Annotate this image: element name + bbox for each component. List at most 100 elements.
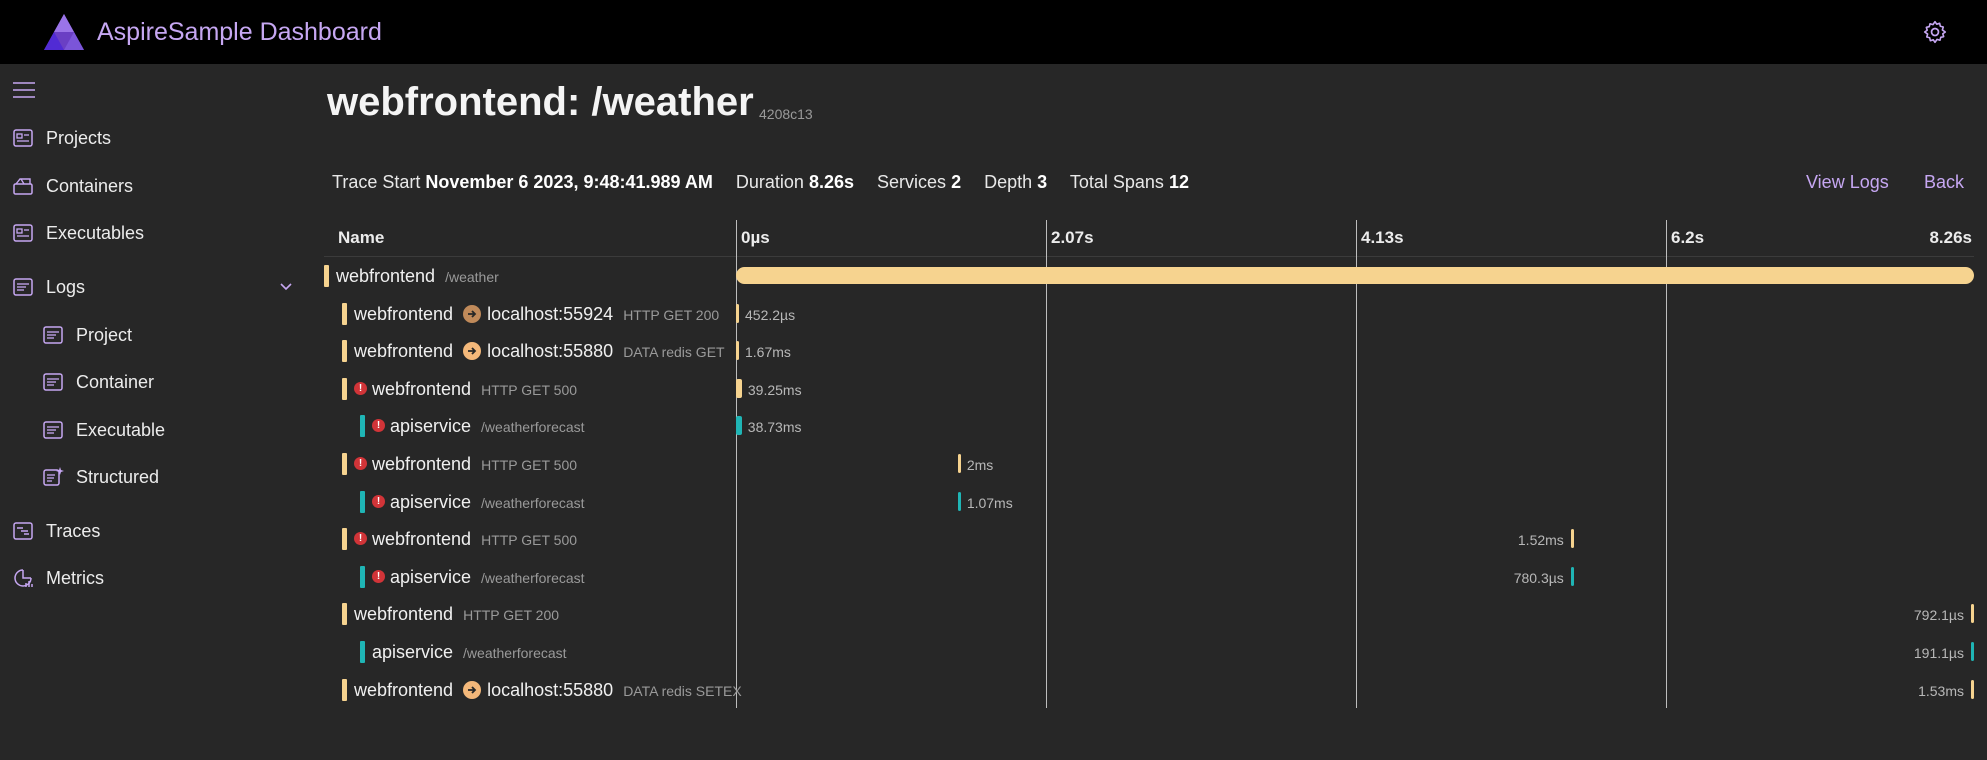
trace-id: 4208c13 bbox=[759, 106, 813, 122]
sidebar-item-logs-project[interactable]: Project bbox=[42, 315, 132, 355]
span-color-indicator bbox=[342, 340, 347, 363]
span-peer-name: localhost:55880 bbox=[487, 679, 614, 700]
span-duration-bar[interactable] bbox=[736, 303, 739, 323]
span-row[interactable]: webfrontend/weather bbox=[324, 257, 1974, 294]
span-operation: /weather bbox=[445, 269, 499, 285]
span-duration-bar[interactable] bbox=[1570, 566, 1574, 586]
span-operation: HTTP GET 200 bbox=[463, 607, 560, 624]
app-title[interactable]: AspireSample Dashboard bbox=[97, 18, 382, 47]
span-duration-bar[interactable] bbox=[957, 454, 961, 473]
sidebar-item-label: Projects bbox=[46, 127, 112, 148]
sidebar-item-label: Containers bbox=[46, 175, 134, 196]
span-duration-bar[interactable] bbox=[1971, 642, 1974, 661]
chevron-down-icon[interactable] bbox=[278, 281, 294, 293]
duration-label: Duration bbox=[735, 172, 804, 192]
sidebar-item-containers[interactable]: Containers bbox=[12, 166, 133, 206]
span-operation: /weatherforecast bbox=[463, 645, 567, 661]
sidebar-item-executables[interactable]: Executables bbox=[12, 213, 144, 253]
span-duration-bar[interactable] bbox=[736, 378, 742, 398]
span-service-name: webfrontend bbox=[336, 266, 436, 286]
span-duration-label: 452.2µs bbox=[745, 306, 796, 323]
span-duration-label: 1.52ms bbox=[1517, 532, 1564, 549]
error-icon: ! bbox=[354, 381, 367, 395]
span-operation: HTTP GET 500 bbox=[481, 457, 578, 473]
span-row[interactable]: ! apiservice/weatherforecast 780.3µs bbox=[324, 558, 1974, 595]
sidebar-item-label: Project bbox=[76, 324, 133, 345]
sidebar-item-logs-container[interactable]: Container bbox=[42, 362, 154, 402]
span-row[interactable]: webfrontend HTTP GET 200 792.1µs bbox=[324, 595, 1974, 632]
containers-icon bbox=[13, 178, 33, 195]
span-duration-label: 39.25ms bbox=[747, 381, 802, 398]
sidebar-item-logs[interactable]: Logs bbox=[12, 267, 85, 307]
trace-total-spans: Total Spans 12 bbox=[1070, 172, 1189, 192]
total-spans-value: 12 bbox=[1168, 172, 1189, 192]
sidebar-item-traces[interactable]: Traces bbox=[12, 511, 100, 551]
timeline-tick-label: 6.2s bbox=[1671, 228, 1705, 247]
timeline-tick-label: 8.26s bbox=[1929, 228, 1972, 247]
span-operation: /weatherforecast bbox=[481, 419, 585, 436]
span-operation: /weatherforecast bbox=[481, 569, 585, 586]
menu-toggle-icon[interactable] bbox=[12, 80, 36, 100]
span-duration-bar[interactable] bbox=[736, 416, 742, 436]
span-color-indicator bbox=[342, 377, 347, 400]
traces-icon bbox=[13, 522, 33, 540]
error-icon: ! bbox=[372, 569, 385, 583]
span-color-indicator bbox=[342, 678, 347, 701]
sidebar-item-projects[interactable]: Projects bbox=[12, 118, 111, 158]
trace-duration: Duration 8.26s bbox=[736, 172, 854, 192]
span-color-indicator bbox=[324, 265, 329, 287]
trace-start: Trace Start November 6 2023, 9:48:41.989… bbox=[332, 172, 713, 192]
trace-start-label: Trace Start bbox=[332, 172, 421, 192]
span-operation: HTTP GET 200 bbox=[623, 306, 720, 323]
arrow-right-circle-icon bbox=[463, 680, 482, 699]
span-color-indicator bbox=[342, 528, 347, 551]
span-duration-bar[interactable] bbox=[1570, 529, 1574, 549]
span-row[interactable]: ! apiservice/weatherforecast 1.07ms bbox=[324, 483, 1974, 520]
error-icon: ! bbox=[354, 532, 367, 546]
sidebar-item-label: Metrics bbox=[46, 567, 104, 588]
span-service-name: webfrontend bbox=[372, 378, 472, 399]
span-row[interactable]: webfrontend localhost:55924 HTTP GET 200 45… bbox=[324, 295, 1974, 332]
structured-log-icon bbox=[43, 467, 64, 486]
span-service-name: apiservice bbox=[390, 566, 472, 587]
span-duration-bar[interactable] bbox=[1971, 604, 1974, 624]
arrow-right-circle-icon bbox=[463, 342, 482, 361]
span-service-name: webfrontend bbox=[354, 679, 454, 700]
settings-gear-icon[interactable] bbox=[1922, 19, 1948, 45]
span-service-name: apiservice bbox=[390, 416, 472, 437]
span-row[interactable]: ! apiservice/weatherforecast 38.73ms bbox=[324, 407, 1974, 444]
sidebar-item-label: Executable bbox=[76, 419, 166, 440]
span-row[interactable]: webfrontend localhost:55880 DATA redis SET… bbox=[324, 671, 1974, 708]
span-duration-label: 780.3µs bbox=[1513, 569, 1564, 586]
span-row[interactable]: ! webfrontend HTTP GET 500 39.25ms bbox=[324, 370, 1974, 407]
trace-start-value: November 6 2023, 9:48:41.989 AM bbox=[425, 172, 713, 192]
services-label: Services bbox=[877, 172, 947, 192]
depth-value: 3 bbox=[1037, 172, 1048, 192]
span-duration-bar[interactable] bbox=[736, 267, 1974, 284]
sidebar-item-logs-structured[interactable]: Structured bbox=[42, 457, 159, 497]
view-logs-link[interactable]: View Logs bbox=[1806, 172, 1889, 193]
projects-icon bbox=[13, 129, 33, 147]
span-duration-label: 1.07ms bbox=[966, 494, 1013, 511]
span-row[interactable]: ! webfrontend HTTP GET 500 2ms bbox=[324, 445, 1974, 482]
log-file-icon bbox=[43, 326, 63, 344]
span-row[interactable]: webfrontend localhost:55880 DATA redis GET… bbox=[324, 332, 1974, 369]
span-operation: HTTP GET 500 bbox=[481, 381, 578, 398]
sidebar-item-metrics[interactable]: Metrics bbox=[12, 558, 104, 598]
span-service-name: webfrontend bbox=[372, 529, 472, 550]
back-link[interactable]: Back bbox=[1924, 172, 1964, 193]
span-duration-bar[interactable] bbox=[736, 341, 739, 361]
span-duration-label: 1.67ms bbox=[745, 344, 791, 361]
span-color-indicator bbox=[342, 302, 347, 325]
sidebar-item-logs-executable[interactable]: Executable bbox=[42, 410, 165, 450]
span-row[interactable]: ! webfrontend HTTP GET 500 1.52ms bbox=[324, 520, 1974, 557]
span-duration-bar[interactable] bbox=[957, 491, 961, 511]
span-service-name: webfrontend bbox=[372, 454, 472, 474]
logs-icon bbox=[13, 278, 33, 296]
span-row[interactable]: apiservice/weatherforecast 191.1µs bbox=[324, 633, 1974, 670]
trace-depth: Depth 3 bbox=[984, 172, 1047, 192]
trace-services: Services 2 bbox=[877, 172, 961, 192]
name-column-header[interactable]: Name bbox=[338, 228, 384, 248]
span-duration-bar[interactable] bbox=[1971, 679, 1974, 699]
span-duration-label: 1.53ms bbox=[1918, 682, 1964, 699]
